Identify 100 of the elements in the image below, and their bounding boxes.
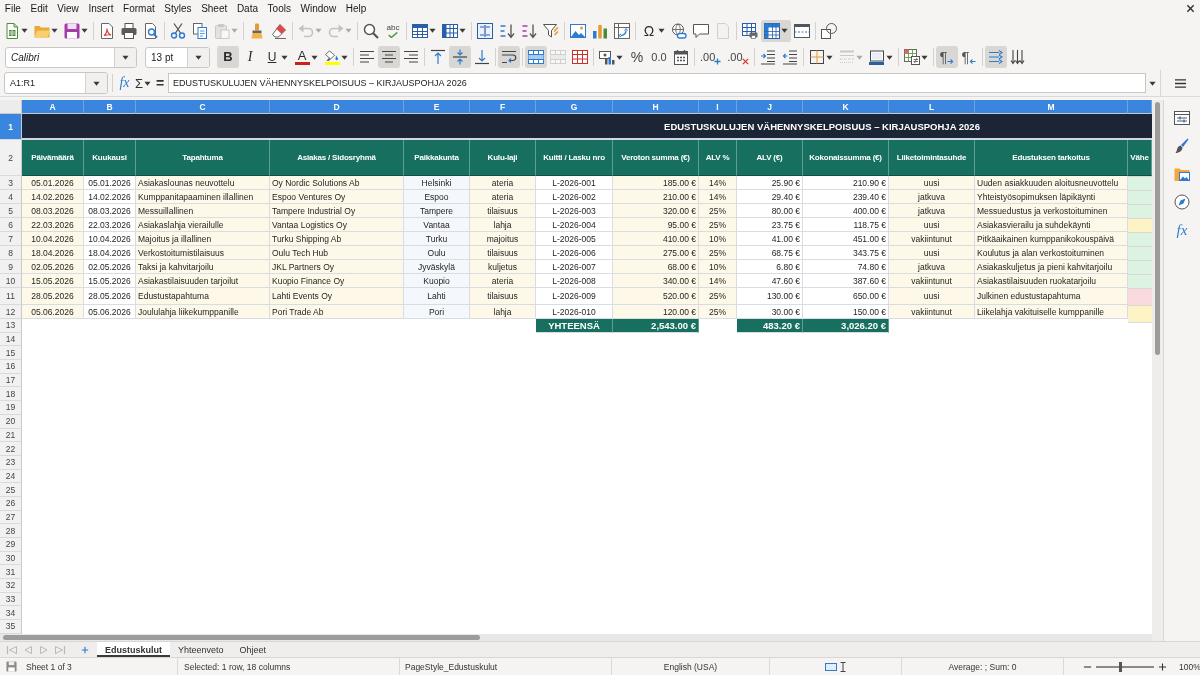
table-cell: 02.05.2026 — [22, 260, 84, 274]
column-header[interactable]: D — [270, 100, 404, 114]
add-decimal-button[interactable]: .00 — [697, 46, 725, 68]
image-folder-icon[interactable] — [1174, 166, 1190, 182]
table-cell: L-2026-008 — [536, 274, 613, 288]
row-header[interactable]: 15 — [0, 346, 22, 361]
dropdown-button[interactable] — [85, 73, 107, 93]
column-header[interactable]: I — [699, 100, 737, 114]
scrollbar-thumb[interactable] — [3, 635, 480, 640]
column-header[interactable]: J — [737, 100, 803, 114]
spelling-button[interactable]: abc — [382, 19, 404, 42]
menu-item[interactable]: Sheet — [196, 1, 233, 16]
row-header[interactable]: 29 — [0, 538, 22, 552]
column-header[interactable]: M — [975, 100, 1128, 114]
sum-button[interactable]: Σ — [133, 73, 154, 93]
function-wizard-button[interactable]: fx — [116, 73, 133, 93]
text-ltr-button[interactable] — [984, 46, 1007, 68]
table-cell: Edustustapahtuma — [136, 288, 270, 305]
freeze-button[interactable] — [761, 19, 791, 42]
row-header[interactable]: 22 — [0, 442, 22, 456]
plus-icon[interactable] — [1158, 662, 1167, 671]
rectangle-icon[interactable] — [825, 662, 837, 671]
close-icon[interactable] — [1186, 4, 1195, 13]
column-header[interactable]: B — [84, 100, 136, 114]
table-cell: ateria — [470, 274, 536, 288]
underline-button[interactable]: U — [261, 46, 291, 68]
menu-item[interactable]: View — [52, 1, 84, 16]
row-header[interactable]: 12 — [0, 305, 22, 319]
formula-input[interactable]: EDUSTUSKULUJEN VÄHENNYSKELPOISUUS – KIRJAUSPOHJA 2026 — [168, 73, 1146, 93]
row-header[interactable]: 32 — [0, 579, 22, 593]
percent-button[interactable]: % — [626, 46, 648, 68]
table-cell: 400.00 € — [803, 204, 889, 218]
menu-item[interactable]: Insert — [83, 1, 119, 16]
row-header[interactable]: 1 — [0, 114, 22, 140]
column-header[interactable]: H — [613, 100, 699, 114]
row-header[interactable]: 10 — [0, 274, 22, 288]
column-header[interactable]: A — [22, 100, 84, 114]
row-header[interactable]: 2 — [0, 140, 22, 176]
menu-item[interactable]: Format — [118, 1, 160, 16]
menu-item[interactable]: Edit — [25, 1, 53, 16]
font-color-button[interactable]: A — [291, 46, 321, 68]
column-header[interactable]: L — [889, 100, 975, 114]
zoom-percent[interactable]: 100% — [1179, 661, 1200, 672]
row-header[interactable]: 18 — [0, 387, 22, 402]
row-header[interactable]: 9 — [0, 260, 22, 274]
table-cell: Verkostoitumistilaisuus — [136, 246, 270, 260]
sheet-tab[interactable]: Ohjeet — [231, 642, 275, 657]
menu-item[interactable]: Styles — [159, 1, 197, 16]
column-header[interactable]: F — [470, 100, 536, 114]
row-header[interactable]: 5 — [0, 204, 22, 218]
row-header[interactable]: 31 — [0, 565, 22, 580]
table-cell: 10% — [699, 260, 737, 274]
paintbrush-icon[interactable] — [1174, 138, 1190, 154]
menu-item[interactable]: Data — [232, 1, 263, 16]
merge-center-button[interactable] — [525, 46, 547, 68]
row-header[interactable]: 11 — [0, 288, 22, 305]
formula-button[interactable]: = — [153, 73, 168, 93]
row-header[interactable]: 34 — [0, 606, 22, 621]
para-rtl-button[interactable]: ¶ — [957, 46, 980, 68]
para-ltr-button[interactable]: ¶ — [935, 46, 958, 68]
functions-button[interactable]: fx — [1176, 222, 1188, 239]
row-header[interactable]: 7 — [0, 232, 22, 246]
row-header[interactable]: 16 — [0, 360, 22, 374]
row-header[interactable]: 25 — [0, 483, 22, 497]
vertical-scrollbar[interactable] — [1152, 100, 1163, 641]
table-cell: Espoo — [404, 190, 470, 204]
sheet-tab[interactable]: Edustuskulut — [97, 642, 170, 657]
delete-decimal-button[interactable]: .00 — [724, 46, 752, 68]
column-header[interactable]: G — [536, 100, 613, 114]
row-header[interactable]: 19 — [0, 401, 22, 415]
scrollbar-thumb[interactable] — [1155, 102, 1160, 355]
menu-item[interactable]: File — [0, 1, 26, 16]
text-direction-icon — [987, 49, 1004, 65]
menu-item[interactable]: Tools — [262, 1, 296, 16]
row-header[interactable]: 3 — [0, 176, 22, 190]
menu-item[interactable]: Window — [295, 1, 341, 16]
number-button[interactable]: 0.0 — [648, 46, 670, 68]
align-center-button[interactable] — [378, 46, 400, 68]
slider-thumb[interactable] — [1118, 661, 1122, 672]
sheet-tab[interactable]: Yhteenveto — [170, 642, 232, 657]
italic-button[interactable]: I — [239, 46, 261, 68]
menu-item[interactable]: Help — [340, 1, 372, 16]
row-header[interactable]: 28 — [0, 524, 22, 538]
row-header[interactable]: 8 — [0, 246, 22, 260]
special-button[interactable]: Ω — [638, 19, 668, 42]
row-header[interactable]: 35 — [0, 620, 22, 634]
row-header[interactable]: 13 — [0, 319, 22, 333]
table-cell: 343.75 € — [803, 246, 889, 260]
row-header[interactable]: 4 — [0, 190, 22, 204]
bold-button[interactable]: B — [217, 46, 239, 68]
sliders-icon[interactable] — [1174, 110, 1190, 126]
compass-icon[interactable] — [1174, 194, 1190, 210]
horizontal-scrollbar[interactable] — [0, 634, 1152, 641]
column-header[interactable]: E — [404, 100, 470, 114]
menu-icon[interactable] — [1174, 77, 1187, 89]
column-header[interactable]: C — [136, 100, 270, 114]
row-header[interactable]: 6 — [0, 218, 22, 232]
wrap-button[interactable] — [498, 46, 520, 68]
column-header[interactable]: K — [803, 100, 889, 114]
table-cell: Liikelahja vakituiselle kumppanille — [975, 305, 1128, 319]
